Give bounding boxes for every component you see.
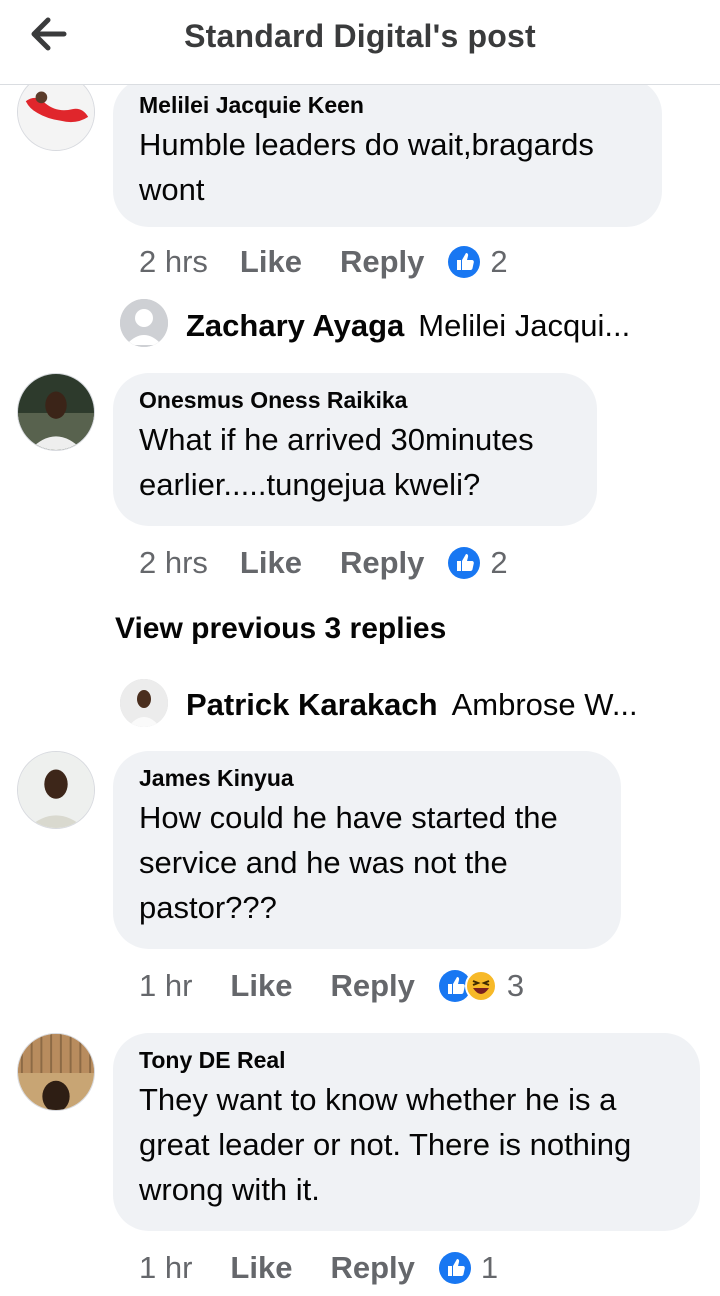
- comment-text: Humble leaders do wait,bragards wont: [139, 122, 636, 212]
- comment-line: wrong with it.: [139, 1172, 320, 1207]
- reply-button[interactable]: Reply: [330, 1250, 414, 1286]
- comment-actions: 2 hrs Like Reply 2: [139, 543, 508, 583]
- thumbs-up-icon: [448, 246, 481, 278]
- avatar-james[interactable]: [17, 751, 95, 829]
- timestamp: 1 hr: [139, 968, 193, 1003]
- comment-line: great leader or not. There is nothing: [139, 1127, 632, 1162]
- comment-text: They want to know whether he is a great …: [139, 1077, 674, 1212]
- timestamp: 1 hr: [139, 1250, 193, 1285]
- comment-bubble[interactable]: James Kinyua How could he have started t…: [113, 751, 621, 949]
- profile-photo: [18, 74, 94, 150]
- comment-bubble[interactable]: Onesmus Oness Raikika What if he arrived…: [113, 373, 597, 526]
- laughing-face-icon: [464, 970, 497, 1002]
- default-avatar-icon: [120, 299, 168, 347]
- thumbs-up-icon: [448, 547, 481, 579]
- comment-author[interactable]: Melilei Jacquie Keen: [139, 90, 636, 120]
- reaction-summary[interactable]: 2: [448, 244, 508, 280]
- like-button[interactable]: Like: [240, 244, 302, 280]
- comment-actions: 1 hr Like Reply 1: [139, 1248, 498, 1288]
- comment-actions: 2 hrs Like Reply 2: [139, 242, 508, 282]
- comment-bubble[interactable]: Tony DE Real They want to know whether h…: [113, 1033, 700, 1231]
- comment-line: wont: [139, 172, 205, 207]
- thumbs-up-icon: [438, 1252, 471, 1284]
- reply-author[interactable]: Zachary Ayaga: [186, 308, 404, 344]
- profile-photo: [18, 752, 94, 828]
- profile-photo: [18, 1034, 94, 1110]
- comment-line: earlier.....tungejua kweli?: [139, 467, 481, 502]
- reply-author[interactable]: Patrick Karakach: [186, 687, 438, 723]
- comment-line: service and he was not the: [139, 845, 508, 880]
- reaction-summary[interactable]: 2: [448, 545, 508, 581]
- page-title: Standard Digital's post: [184, 18, 536, 54]
- top-bar: Standard Digital's post: [0, 0, 720, 85]
- comment-line: Humble leaders do wait,bragards: [139, 127, 594, 162]
- comment-line: How could he have started the: [139, 800, 558, 835]
- like-button[interactable]: Like: [230, 968, 292, 1004]
- avatar-zachary[interactable]: [120, 299, 168, 347]
- reaction-count: 3: [506, 968, 525, 1003]
- avatar-onesmus[interactable]: [17, 373, 95, 451]
- comment-author[interactable]: James Kinyua: [139, 763, 595, 793]
- like-button[interactable]: Like: [240, 545, 302, 581]
- profile-photo: [120, 679, 168, 727]
- comment-actions: 1 hr Like Reply 3: [139, 966, 524, 1006]
- comment-author[interactable]: Onesmus Oness Raikika: [139, 385, 571, 415]
- reply-snippet: Melilei Jacqui...: [418, 308, 631, 343]
- comment-bubble[interactable]: Melilei Jacquie Keen Humble leaders do w…: [113, 78, 662, 227]
- reaction-summary[interactable]: 3: [438, 968, 525, 1004]
- reply-button[interactable]: Reply: [330, 968, 414, 1004]
- profile-photo: [18, 374, 94, 450]
- avatar-patrick[interactable]: [120, 679, 168, 727]
- reaction-count: 2: [490, 244, 508, 279]
- comment-line: pastor???: [139, 890, 277, 925]
- comment-text: What if he arrived 30minutes earlier....…: [139, 417, 571, 507]
- reply-preview[interactable]: Zachary Ayaga Melilei Jacqui...: [186, 301, 630, 351]
- view-previous-replies-link[interactable]: View previous 3 replies: [115, 612, 446, 646]
- avatar-tony[interactable]: [17, 1033, 95, 1111]
- timestamp: 2 hrs: [139, 545, 208, 580]
- reply-button[interactable]: Reply: [340, 545, 424, 581]
- timestamp: 2 hrs: [139, 244, 208, 279]
- reaction-count: 1: [480, 1250, 499, 1285]
- comment-author[interactable]: Tony DE Real: [139, 1045, 674, 1075]
- reply-button[interactable]: Reply: [340, 244, 424, 280]
- reply-snippet: Ambrose W...: [451, 687, 638, 722]
- reaction-summary[interactable]: 1: [438, 1250, 499, 1286]
- comment-line: What if he arrived 30minutes: [139, 422, 534, 457]
- comment-text: How could he have started the service an…: [139, 795, 595, 930]
- like-button[interactable]: Like: [230, 1250, 292, 1286]
- reply-preview[interactable]: Patrick Karakach Ambrose W...: [186, 680, 638, 730]
- comment-line: They want to know whether he is a: [139, 1082, 617, 1117]
- reaction-count: 2: [490, 545, 508, 580]
